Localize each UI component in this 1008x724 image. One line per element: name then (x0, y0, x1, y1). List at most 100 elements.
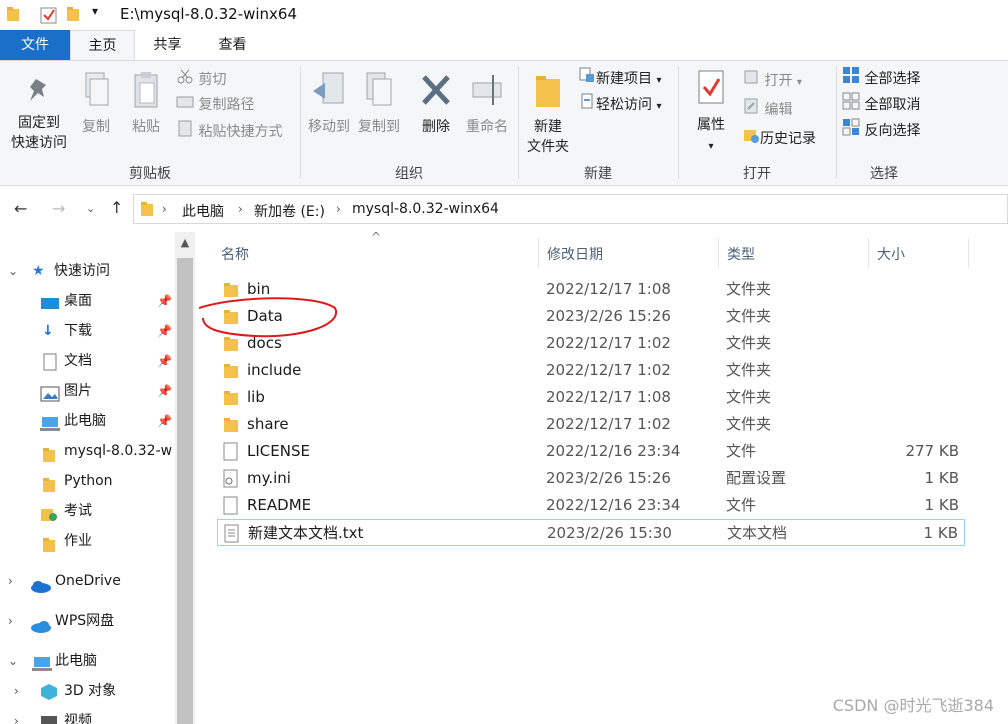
copy-path-button[interactable]: 复制路径 (176, 93, 254, 117)
select-none-icon (842, 92, 860, 118)
copy-to-button[interactable]: 复制到 (354, 71, 404, 137)
customize-toolbar-icon[interactable]: ▾ (92, 4, 98, 18)
file-row[interactable]: README 2022/12/16 23:34 文件 1 KB (217, 492, 965, 519)
pictures-icon (40, 383, 60, 406)
chevron-right-icon[interactable]: › (14, 706, 19, 724)
address-bar[interactable]: › 此电脑 › 新加卷 (E:) › mysql-8.0.32-winx64 (133, 194, 1008, 224)
nav-3d-objects[interactable]: › 3D 对象 (0, 676, 175, 706)
computer-icon (32, 653, 52, 676)
nav-item-downloads[interactable]: ↓ 下载 📌 (0, 316, 175, 346)
new-item-button[interactable]: 新建项目 ▾ (578, 66, 661, 90)
nav-item-python[interactable]: Python (0, 466, 175, 496)
column-divider[interactable] (968, 238, 969, 268)
paste-button[interactable]: 粘贴 (124, 71, 168, 137)
pin-icon[interactable]: 📌 (157, 346, 172, 376)
chevron-down-icon[interactable]: ⌄ (8, 256, 18, 286)
scrollbar-thumb[interactable] (177, 258, 193, 724)
properties-button[interactable]: 属性 ▾ (684, 69, 738, 157)
nav-item-this-pc-pinned[interactable]: 此电脑 📌 (0, 406, 175, 436)
file-size: 1 KB (924, 496, 959, 514)
file-date: 2022/12/17 1:02 (546, 361, 671, 379)
file-row[interactable]: lib 2022/12/17 1:08 文件夹 (217, 384, 965, 411)
pin-icon[interactable]: 📌 (157, 316, 172, 346)
chevron-right-icon[interactable]: › (238, 202, 243, 216)
properties-quick-icon[interactable] (40, 6, 58, 28)
file-row[interactable]: my.ini 2023/2/26 15:26 配置设置 1 KB (217, 465, 965, 492)
history-button[interactable]: 历史记录 (742, 126, 816, 150)
file-row[interactable]: 新建文本文档.txt 2023/2/26 15:30 文本文档 1 KB (217, 519, 965, 546)
nav-item-mysql[interactable]: mysql-8.0.32-w (0, 436, 175, 466)
move-to-button[interactable]: 移动到 (304, 71, 354, 137)
computer-icon (40, 413, 60, 436)
cube-icon (40, 682, 58, 706)
breadcrumb-drive-e[interactable]: 新加卷 (E:) (254, 201, 325, 221)
edit-label: 编辑 (764, 102, 793, 118)
new-folder-label-line1: 新建 (534, 119, 562, 135)
nav-item-desktop[interactable]: 桌面 📌 (0, 286, 175, 316)
column-header-date[interactable]: 修改日期 (547, 244, 603, 264)
column-divider[interactable] (718, 238, 719, 268)
column-divider[interactable] (538, 238, 539, 268)
breadcrumb-mysql-folder[interactable]: mysql-8.0.32-winx64 (352, 201, 499, 217)
chevron-right-icon[interactable]: › (8, 566, 13, 596)
new-folder-quick-icon[interactable] (66, 6, 80, 26)
chevron-right-icon[interactable]: › (8, 606, 13, 636)
pin-icon[interactable]: 📌 (157, 406, 172, 436)
history-icon (742, 126, 760, 152)
cut-button[interactable]: 剪切 (176, 67, 226, 91)
file-row[interactable]: include 2022/12/17 1:02 文件夹 (217, 357, 965, 384)
nav-this-pc[interactable]: ⌄ 此电脑 (0, 646, 175, 676)
select-all-button[interactable]: 全部选择 (842, 66, 920, 90)
edit-button[interactable]: 编辑 (742, 97, 792, 121)
file-type: 文件夹 (726, 307, 772, 325)
easy-access-button[interactable]: 轻松访问 ▾ (578, 92, 661, 116)
select-none-button[interactable]: 全部取消 (842, 92, 920, 116)
column-header-type[interactable]: 类型 (727, 244, 755, 264)
copy-button[interactable]: 复制 (76, 71, 116, 137)
title-bar: ▾ E:\mysql-8.0.32-winx64 (0, 0, 1008, 30)
chevron-down-icon[interactable]: ⌄ (8, 646, 18, 676)
new-folder-button[interactable]: 新建 文件夹 (522, 71, 574, 157)
nav-wps[interactable]: › WPS网盘 (0, 606, 175, 636)
chevron-right-icon[interactable]: › (14, 676, 19, 706)
column-divider[interactable] (868, 238, 869, 268)
tab-view[interactable]: 查看 (200, 30, 265, 60)
tab-home[interactable]: 主页 (70, 30, 135, 60)
nav-item-documents[interactable]: 文档 📌 (0, 346, 175, 376)
nav-item-exam[interactable]: 考试 (0, 496, 175, 526)
pin-icon[interactable]: 📌 (157, 286, 172, 316)
chevron-right-icon[interactable]: › (162, 202, 167, 216)
open-button[interactable]: 打开 ▾ (742, 68, 802, 92)
forward-arrow-icon[interactable]: → (52, 199, 65, 218)
file-row[interactable]: LICENSE 2022/12/16 23:34 文件 277 KB (217, 438, 965, 465)
nav-video[interactable]: › 视频 (0, 706, 175, 724)
paste-shortcut-button[interactable]: 粘贴快捷方式 (176, 119, 282, 143)
recent-locations-chevron-icon[interactable]: ⌄ (86, 202, 95, 215)
new-folder-icon (532, 76, 564, 115)
pin-quick-access-button[interactable]: 固定到 快速访问 (6, 75, 72, 153)
nav-onedrive[interactable]: › OneDrive (0, 566, 175, 596)
back-arrow-icon[interactable]: ← (14, 199, 27, 218)
scroll-up-arrow-icon[interactable]: ▲ (175, 236, 195, 249)
delete-button[interactable]: 删除 (414, 71, 458, 137)
up-arrow-icon[interactable]: ↑ (110, 198, 123, 217)
file-name: 新建文本文档.txt (248, 524, 364, 542)
invert-selection-button[interactable]: 反向选择 (842, 118, 920, 142)
nav-scrollbar[interactable]: ▲ (175, 232, 195, 724)
pin-icon[interactable]: 📌 (157, 376, 172, 406)
file-type: 文件夹 (726, 415, 772, 433)
nav-label: WPS网盘 (55, 613, 115, 629)
chevron-right-icon[interactable]: › (336, 202, 341, 216)
column-header-size[interactable]: 大小 (877, 244, 905, 264)
column-header-name[interactable]: 名称 (221, 244, 249, 264)
breadcrumb-this-pc[interactable]: 此电脑 (182, 201, 224, 221)
nav-item-pictures[interactable]: 图片 📌 (0, 376, 175, 406)
file-row[interactable]: share 2022/12/17 1:02 文件夹 (217, 411, 965, 438)
nav-item-homework[interactable]: 作业 (0, 526, 175, 556)
nav-quick-access[interactable]: ⌄ ★ 快速访问 (0, 256, 175, 286)
rename-button[interactable]: 重命名 (460, 71, 514, 137)
tab-share[interactable]: 共享 (135, 30, 200, 60)
invert-selection-icon (842, 118, 860, 144)
tab-file[interactable]: 文件 (0, 30, 70, 60)
nav-label: 快速访问 (54, 263, 110, 279)
